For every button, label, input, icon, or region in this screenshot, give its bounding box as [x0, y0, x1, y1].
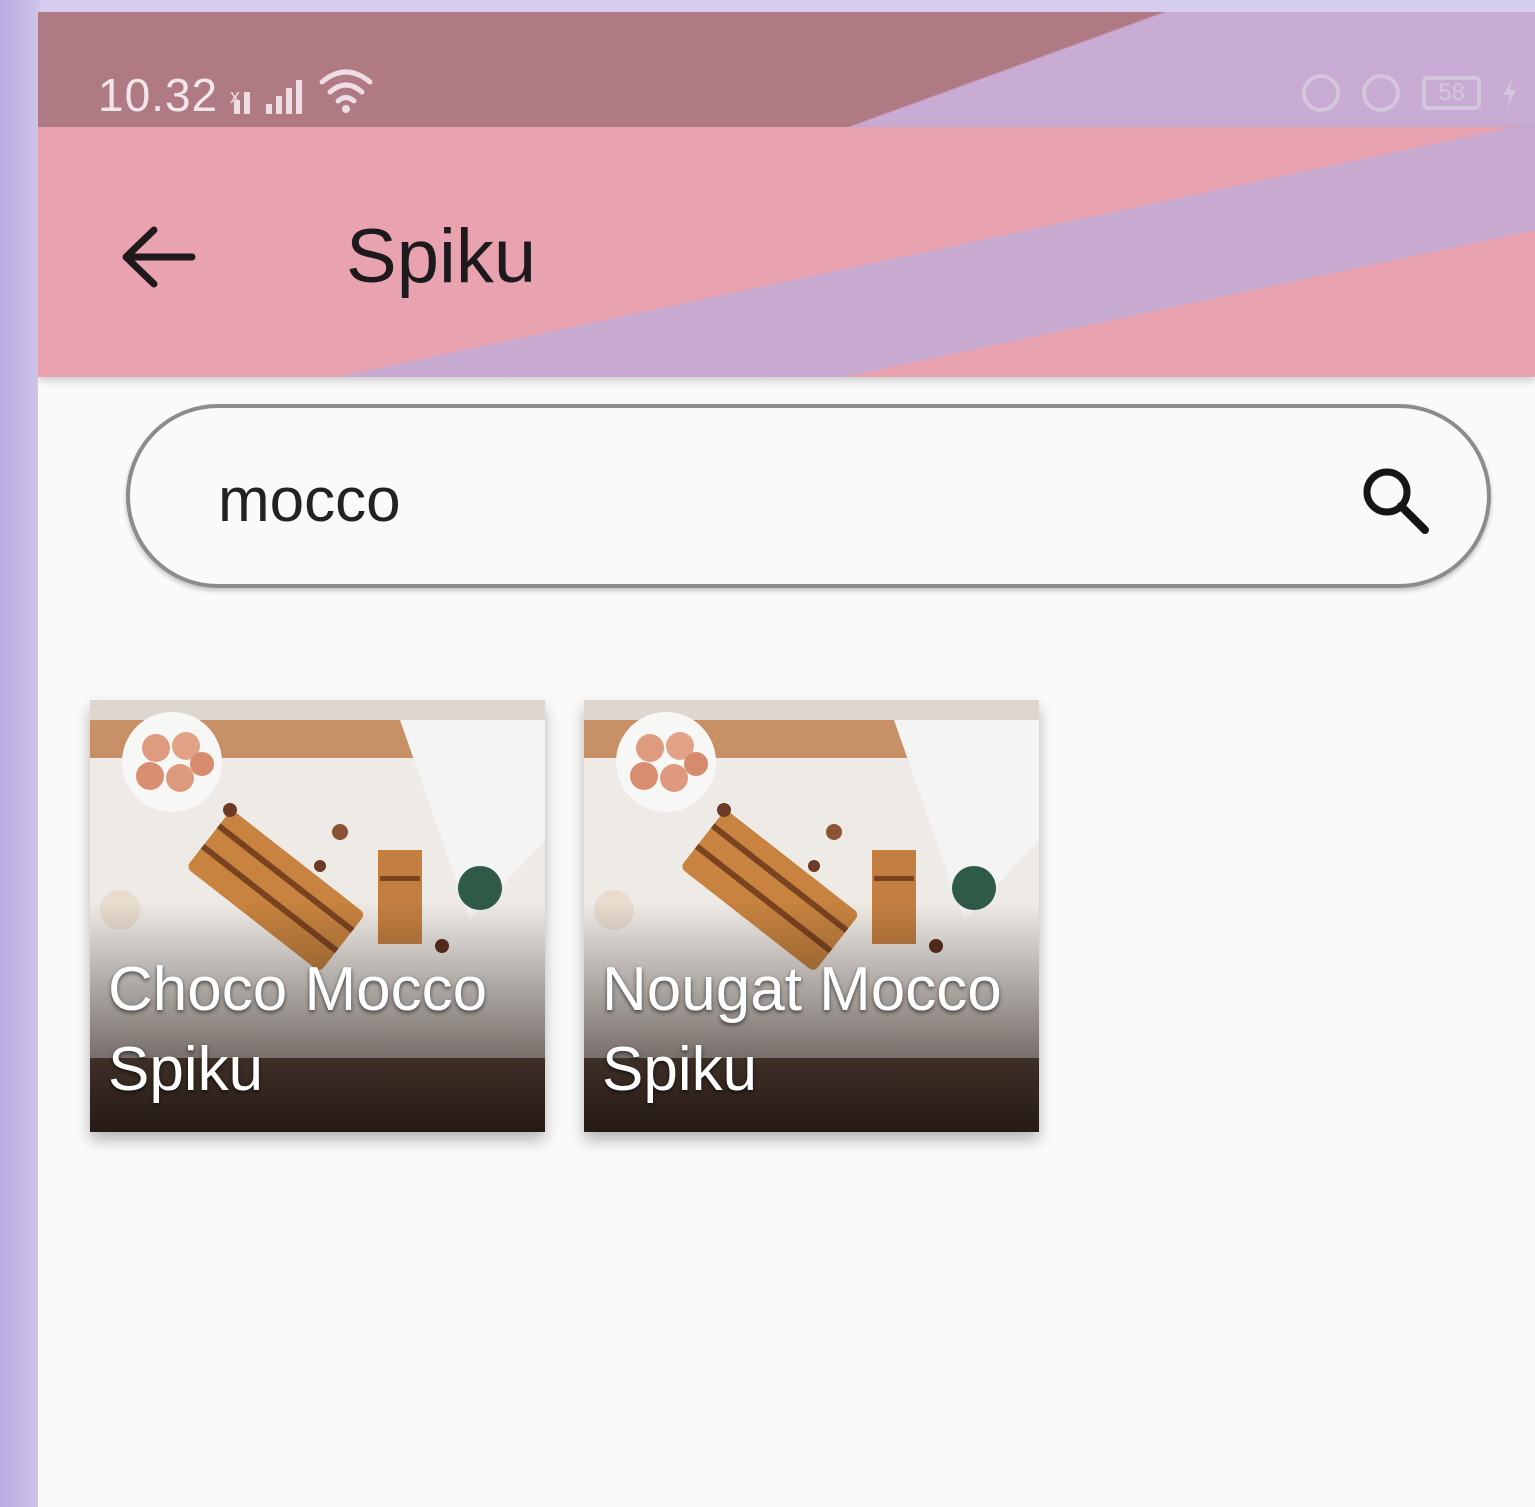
- arrow-left-icon: [122, 226, 196, 288]
- battery-level: 58: [1438, 79, 1465, 106]
- page-title: Spiku: [346, 214, 537, 299]
- result-card[interactable]: Choco Mocco Spiku: [90, 700, 545, 1132]
- search-input[interactable]: [216, 454, 1320, 546]
- wifi-icon: [319, 69, 373, 113]
- search-bar[interactable]: [126, 404, 1491, 588]
- back-button[interactable]: [118, 217, 198, 297]
- charging-icon: [1504, 78, 1516, 108]
- status-right-group: 58: [1302, 74, 1517, 112]
- app-bar: Spiku: [38, 127, 1535, 377]
- backdrop-edge: [0, 0, 40, 1507]
- result-card[interactable]: Nougat Mocco Spiku: [584, 700, 1039, 1132]
- result-title: Choco Mocco Spiku: [108, 955, 488, 1104]
- status-bar: 10.32 x 58: [38, 12, 1535, 127]
- battery-icon: 58: [1422, 76, 1481, 110]
- signal-icon: x: [230, 86, 250, 114]
- phone-screen: 10.32 x 58 Spiku mocco Choco Mocco Spiku…: [38, 12, 1535, 1507]
- result-title: Nougat Mocco Spiku: [602, 955, 1002, 1104]
- status-signal-group: x: [230, 64, 374, 114]
- network-mark: x: [230, 86, 240, 108]
- at-icon: [1302, 74, 1341, 112]
- alarm-icon: [1362, 74, 1401, 112]
- status-time: 10.32: [98, 69, 219, 121]
- signal-icon: [266, 80, 302, 114]
- search-icon[interactable]: [1355, 460, 1435, 540]
